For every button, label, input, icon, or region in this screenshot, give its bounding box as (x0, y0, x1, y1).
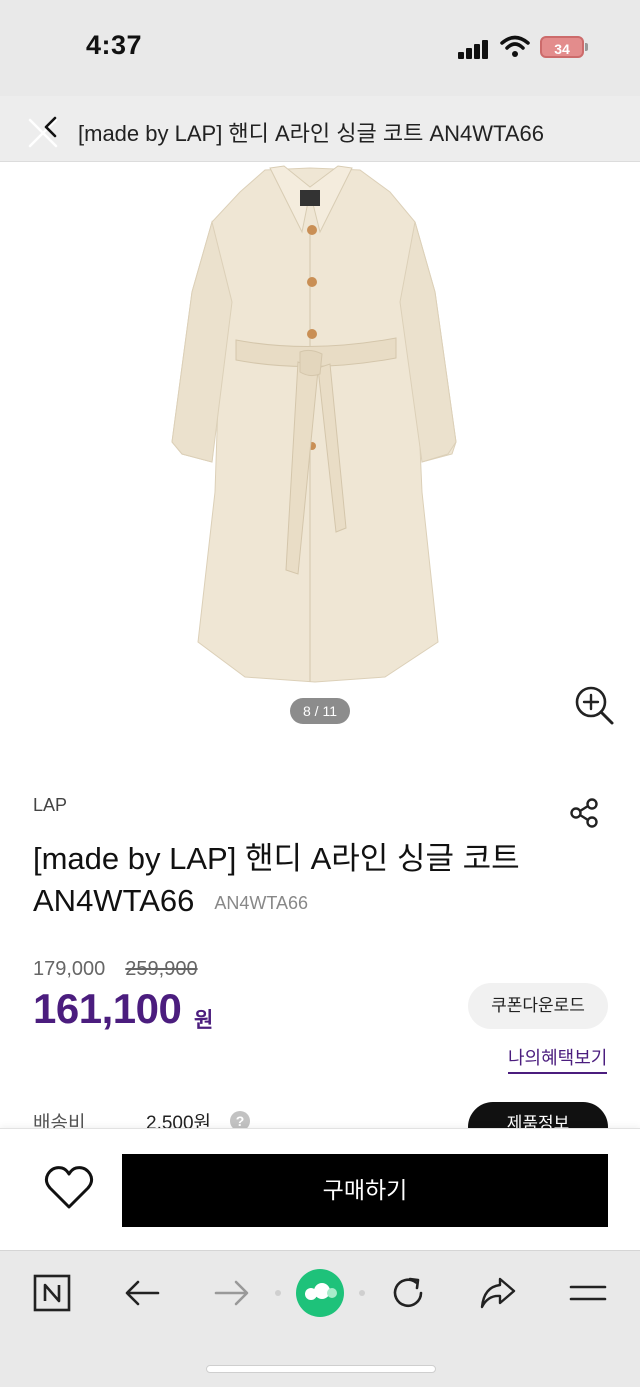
share-icon[interactable] (568, 797, 600, 829)
list-price: 179,000 (33, 958, 106, 980)
battery-tip (585, 43, 588, 51)
zoom-icon[interactable] (572, 683, 616, 727)
brand-name[interactable]: LAP (33, 795, 67, 816)
original-price: 259,900 (125, 958, 198, 980)
status-bar: 4:37 34 (0, 0, 640, 96)
browser-toolbar (0, 1250, 640, 1387)
product-image[interactable] (160, 162, 470, 692)
sale-price: 161,100 (33, 985, 182, 1032)
back-arrow-icon[interactable] (122, 1273, 162, 1313)
back-icon[interactable] (40, 114, 60, 140)
home-indicator (206, 1365, 436, 1373)
buy-button[interactable]: 구매하기 (122, 1154, 608, 1227)
share-arrow-icon[interactable] (478, 1273, 518, 1313)
price-row: 179,000 259,900 (33, 958, 198, 981)
page-header: [made by LAP] 핸디 A라인 싱글 코트 AN4WTA66 (0, 96, 640, 162)
signal-icon (458, 37, 490, 59)
forward-arrow-icon[interactable] (212, 1273, 252, 1313)
product-code: AN4WTA66 (214, 892, 309, 913)
gallery-page-indicator: 8 / 11 (290, 698, 350, 724)
purchase-bar: 구매하기 (0, 1128, 640, 1250)
naver-home-icon[interactable] (32, 1273, 72, 1313)
menu-icon[interactable] (568, 1273, 608, 1313)
product-name: [made by LAP] 핸디 A라인 싱글 코트 AN4WTA66 AN4WT… (33, 838, 593, 924)
sale-price-unit: 원 (194, 1009, 214, 1032)
battery-indicator: 34 (540, 36, 584, 58)
product-image-gallery[interactable] (0, 162, 640, 732)
refresh-icon[interactable] (388, 1273, 428, 1313)
my-benefits-link[interactable]: 나의혜택보기 (508, 1044, 608, 1074)
wifi-icon (500, 35, 530, 57)
header-title: [made by LAP] 핸디 A라인 싱글 코트 AN4WTA66 (78, 121, 544, 146)
heart-icon[interactable] (44, 1165, 94, 1211)
green-dot-icon[interactable] (270, 1267, 370, 1319)
coupon-download-button[interactable]: 쿠폰다운로드 (468, 983, 608, 1029)
status-time: 4:37 (86, 30, 143, 60)
